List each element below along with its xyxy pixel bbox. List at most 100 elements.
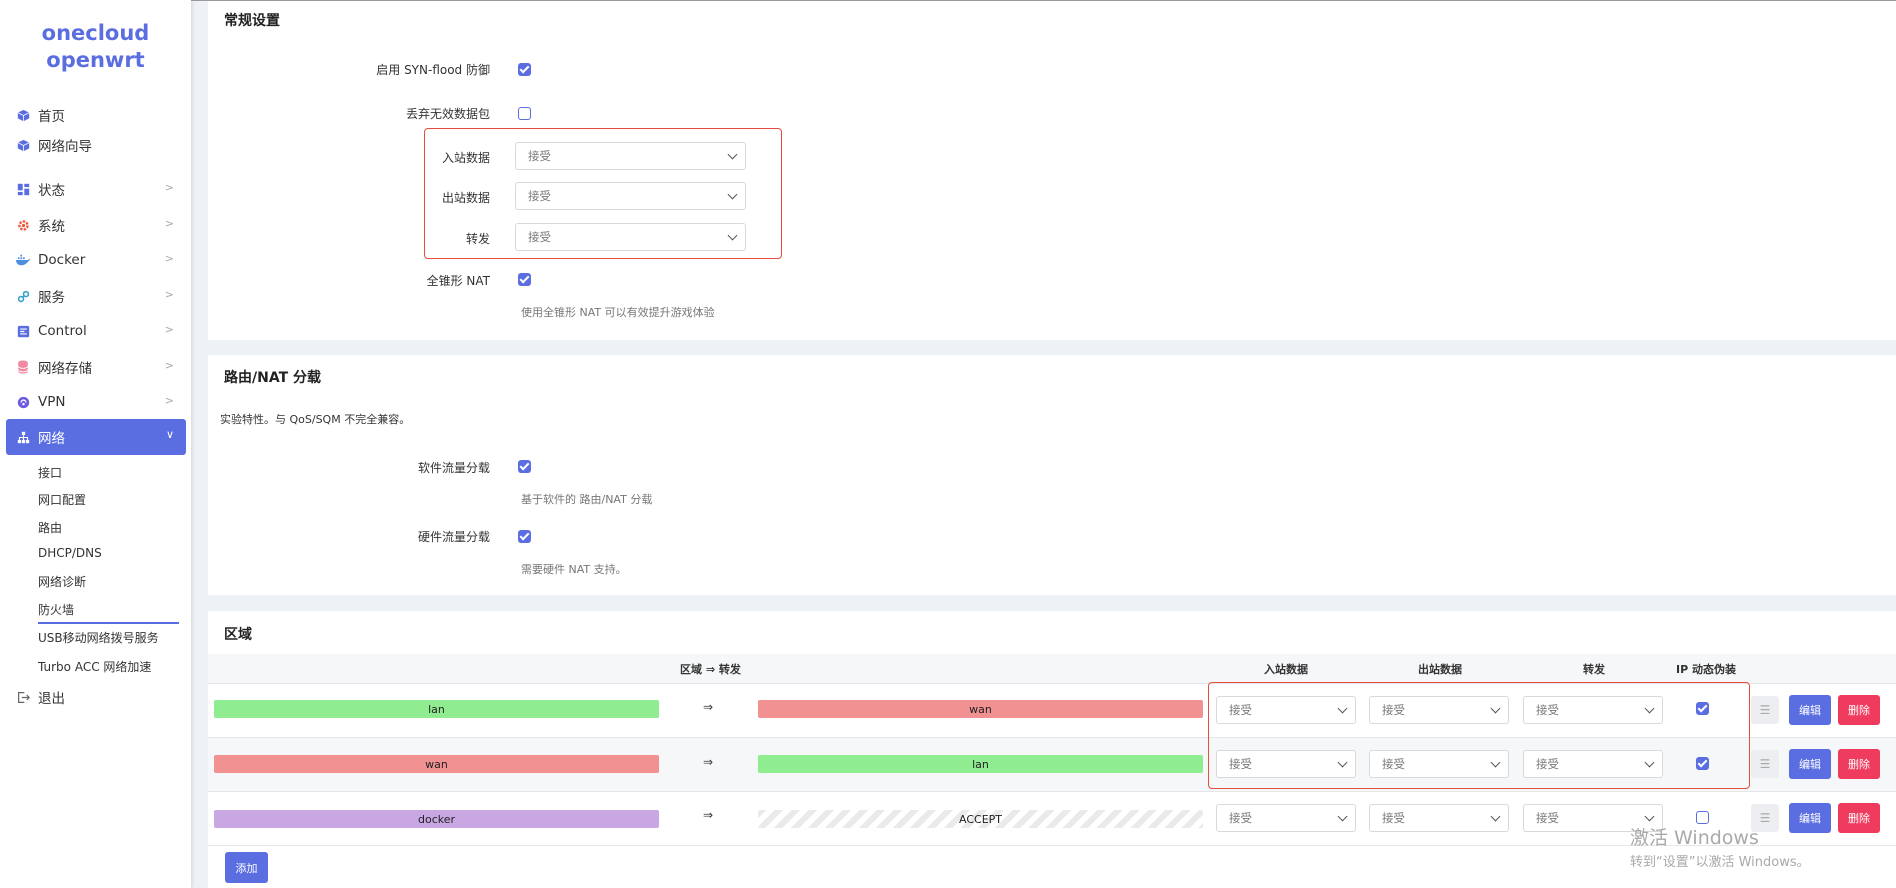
header-forward: 转发	[1583, 663, 1605, 676]
sidebar-subitem-routes[interactable]: 路由	[38, 519, 62, 536]
zone-dest-badge: ACCEPT	[758, 810, 1203, 828]
software-offload-checkbox[interactable]	[518, 460, 531, 473]
edit-button[interactable]: 编辑	[1789, 803, 1831, 833]
edit-button[interactable]: 编辑	[1789, 749, 1831, 779]
sidebar-item-label: 状态	[38, 183, 65, 199]
cube-icon	[16, 108, 30, 122]
header-input: 入站数据	[1264, 663, 1308, 676]
sidebar-subitem-dhcp-dns[interactable]: DHCP/DNS	[38, 546, 102, 560]
fullcone-nat-help: 使用全锥形 NAT 可以有效提升游戏体验	[521, 306, 715, 319]
chevron-down-icon	[1490, 811, 1501, 822]
sidebar-item-control[interactable]: Control >	[6, 314, 186, 348]
sidebar-subitem-usb-modem[interactable]: USB移动网络拨号服务	[38, 629, 159, 646]
sidebar-item-vpn[interactable]: VPN >	[6, 385, 186, 419]
cube-icon	[16, 138, 30, 152]
activation-watermark-title: 激活 Windows	[1630, 827, 1759, 849]
drag-handle-icon[interactable]: ☰	[1751, 696, 1779, 724]
sidebar-item-services[interactable]: 服务 >	[6, 279, 186, 313]
chevron-down-icon	[1337, 811, 1348, 822]
sidebar: onecloud openwrt 首页 网络向导 状态 > 系统 > Docke…	[0, 0, 191, 888]
chevron-right-icon: >	[164, 323, 174, 336]
sidebar-item-label: 网络存储	[38, 361, 92, 377]
offload-title: 路由/NAT 分载	[224, 370, 322, 386]
activation-watermark-subtitle: 转到“设置”以激活 Windows。	[1630, 855, 1810, 870]
drop-invalid-checkbox[interactable]	[518, 107, 531, 120]
drag-handle-icon[interactable]: ☰	[1751, 750, 1779, 778]
sidebar-item-wizard[interactable]: 网络向导	[6, 128, 186, 162]
sidebar-item-home[interactable]: 首页	[6, 98, 186, 132]
software-offload-label: 软件流量分载	[417, 461, 490, 475]
delete-button[interactable]: 删除	[1838, 803, 1880, 833]
chevron-right-icon: >	[164, 288, 174, 301]
software-offload-help: 基于软件的 路由/NAT 分载	[521, 493, 653, 506]
input-policy-select[interactable]: 接受	[515, 142, 746, 170]
chevron-down-icon	[727, 149, 738, 160]
syn-flood-label: 启用 SYN-flood 防御	[376, 63, 490, 77]
zone-name-badge: docker	[214, 810, 659, 828]
header-zone-forward: 区域 ⇒ 转发	[680, 663, 741, 676]
sidebar-item-status[interactable]: 状态 >	[6, 172, 186, 206]
hardware-offload-label: 硬件流量分载	[417, 530, 490, 544]
zone-dest-badge: wan	[758, 700, 1203, 718]
chevron-down-icon: ∨	[165, 428, 174, 441]
chevron-right-icon: >	[164, 359, 174, 372]
forward-policy-select[interactable]: 接受	[515, 223, 746, 251]
output-policy-select[interactable]: 接受	[515, 182, 746, 210]
fullcone-nat-label: 全锥形 NAT	[426, 274, 490, 288]
chevron-right-icon: >	[164, 181, 174, 194]
zone-forward-value: 接受	[1536, 811, 1559, 825]
edit-button[interactable]: 编辑	[1789, 695, 1831, 725]
zone-input-select[interactable]: 接受	[1216, 804, 1356, 832]
zone-name-badge: lan	[214, 700, 659, 718]
zone-output-select[interactable]: 接受	[1369, 804, 1509, 832]
fullcone-nat-checkbox[interactable]	[518, 273, 531, 286]
chevron-right-icon: >	[164, 217, 174, 230]
sidebar-item-label: 服务	[38, 290, 65, 306]
forward-arrow: ⇒	[703, 700, 714, 714]
chevron-right-icon: >	[164, 394, 174, 407]
sidebar-item-docker[interactable]: Docker >	[6, 243, 186, 277]
highlight-box-zone-policies	[1208, 682, 1750, 789]
zones-title: 区域	[224, 627, 252, 643]
docker-icon	[16, 253, 30, 267]
forward-policy-value: 接受	[528, 230, 551, 244]
add-zone-button[interactable]: 添加	[225, 852, 268, 883]
sidebar-item-storage[interactable]: 网络存储 >	[6, 350, 186, 384]
sidebar-item-label: 网络向导	[38, 139, 92, 155]
chevron-right-icon: >	[164, 252, 174, 265]
header-masq: IP 动态伪装	[1676, 663, 1736, 676]
output-policy-value: 接受	[528, 189, 551, 203]
forward-arrow: ⇒	[703, 755, 714, 769]
active-subitem-underline	[38, 622, 179, 624]
hardware-offload-help: 需要硬件 NAT 支持。	[521, 563, 627, 576]
dashboard-icon	[16, 182, 30, 196]
sidebar-item-label: Docker	[38, 252, 86, 268]
sidebar-item-logout[interactable]: 退出	[6, 680, 186, 714]
sidebar-item-system[interactable]: 系统 >	[6, 208, 186, 242]
sidebar-subitem-firewall[interactable]: 防火墙	[38, 601, 74, 618]
general-title: 常规设置	[224, 13, 280, 29]
sidebar-item-label: VPN	[38, 394, 66, 410]
header-output: 出站数据	[1418, 663, 1462, 676]
zones-table-header	[208, 654, 1896, 684]
zone-input-value: 接受	[1229, 811, 1252, 825]
control-icon	[16, 324, 30, 338]
zone-name-badge: wan	[214, 755, 659, 773]
zone-output-value: 接受	[1382, 811, 1405, 825]
sidebar-subitem-diagnostics[interactable]: 网络诊断	[38, 573, 86, 590]
sidebar-item-label: 首页	[38, 109, 65, 125]
sidebar-subitem-turbo-acc[interactable]: Turbo ACC 网络加速	[38, 658, 151, 675]
sidebar-subitem-ports[interactable]: 网口配置	[38, 491, 86, 508]
delete-button[interactable]: 删除	[1838, 749, 1880, 779]
hardware-offload-checkbox[interactable]	[518, 530, 531, 543]
sidebar-subitem-interfaces[interactable]: 接口	[38, 464, 62, 481]
syn-flood-checkbox[interactable]	[518, 63, 531, 76]
brand-logo[interactable]: onecloud openwrt	[0, 20, 191, 74]
zone-dest-badge: lan	[758, 755, 1203, 773]
sidebar-item-network[interactable]: 网络 ∨	[6, 419, 186, 455]
delete-button[interactable]: 删除	[1838, 695, 1880, 725]
link-icon	[16, 289, 30, 303]
network-icon	[16, 430, 30, 444]
input-policy-label: 入站数据	[441, 151, 490, 165]
chevron-down-icon	[1644, 811, 1655, 822]
